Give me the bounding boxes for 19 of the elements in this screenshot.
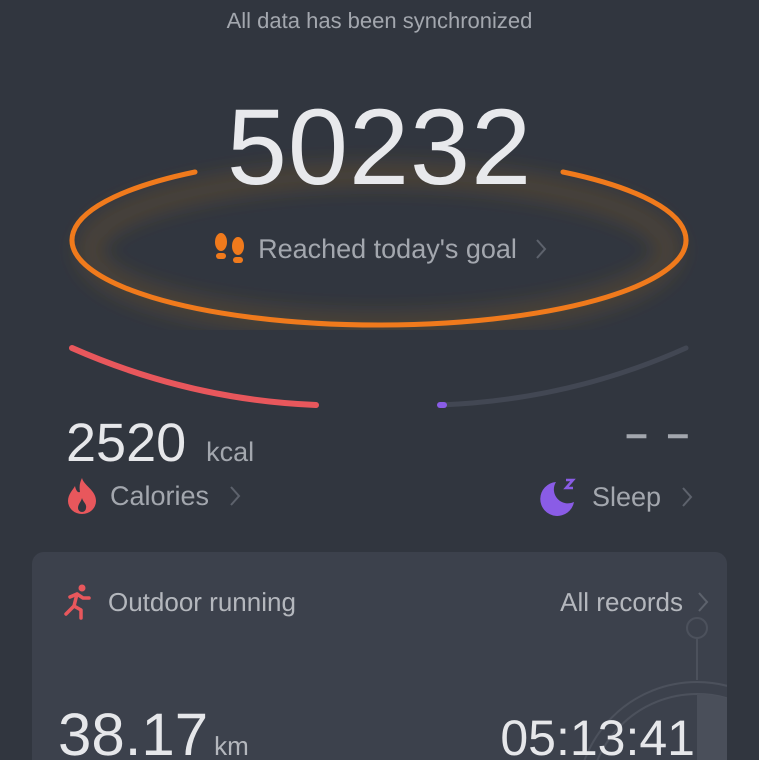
step-count: 50232	[226, 93, 532, 201]
sync-status: All data has been synchronized	[226, 8, 532, 33]
calories-value: 2520	[66, 412, 186, 474]
distance-unit: km	[214, 731, 249, 760]
sleep-value: – –	[625, 412, 693, 457]
all-records-link[interactable]: All records	[560, 586, 683, 618]
workout-card[interactable]: Outdoor running All records 38.17 km 05:13:41	[32, 552, 727, 760]
calories-unit: kcal	[206, 437, 254, 468]
workout-title: Outdoor running	[108, 586, 296, 618]
flame-icon	[66, 478, 98, 514]
distance-value: 38.17	[58, 701, 208, 760]
chevron-icon	[697, 591, 709, 613]
calories-label[interactable]: Calories	[110, 480, 210, 512]
goal-status[interactable]: Reached today's goal	[258, 234, 517, 264]
duration-value: 05:13:41	[500, 709, 695, 760]
chevron-icon	[681, 486, 693, 508]
sleep-label[interactable]: Sleep	[592, 482, 661, 512]
chevron-icon	[534, 238, 547, 260]
chevron-icon	[229, 485, 242, 507]
